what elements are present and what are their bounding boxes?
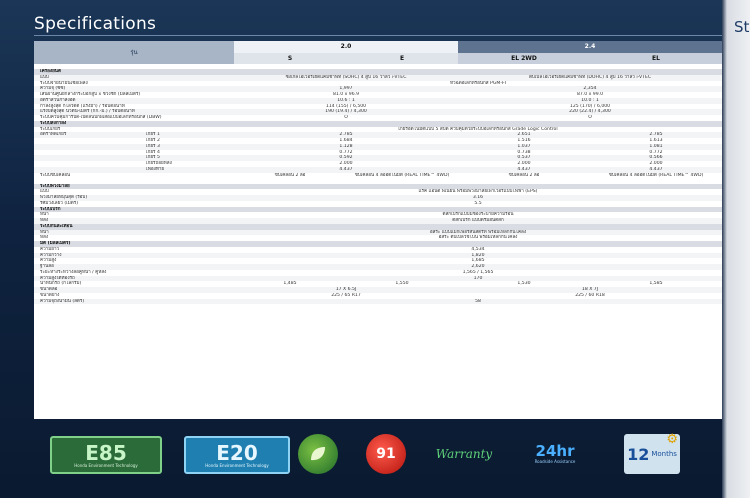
page-title: Specifications [34, 14, 157, 34]
next-page-edge: Sta [722, 0, 750, 498]
spec-label: ระบบขับเคลื่อน [40, 172, 71, 178]
12-months-text: Months [651, 450, 677, 458]
grade-el-2wd: EL 2WD [458, 53, 590, 64]
table-header-grades: S E EL 2WD EL [34, 53, 722, 64]
footer-logos: E85 Honda Environment Technology E20 Hon… [34, 432, 722, 480]
eco-leaf-logo [298, 434, 338, 474]
brochure-page: Specifications รุ่น 2.0 2.4 S E EL 2WD E… [0, 0, 750, 498]
spec-row: ระบบขับเคลื่อน ขับเคลื่อน 2 ล้อ ขับเคลื่อน… [34, 173, 722, 184]
e20-logo-text: E20 [216, 440, 258, 465]
specifications-table: รุ่น 2.0 2.4 S E EL 2WD EL เครื่องยนต์ แบ… [34, 41, 722, 419]
grade-e: E [346, 53, 458, 64]
leaf-icon [311, 447, 325, 461]
fuel-91-text: 91 [376, 446, 396, 462]
12-months-number: 12 [627, 444, 650, 464]
title-divider [34, 35, 722, 36]
grade-el: EL [590, 53, 722, 64]
24hr-subtext: Roadside Assistance [534, 458, 576, 464]
24hr-logo: 24hr Roadside Assistance [520, 438, 590, 468]
spec-value: ขับเคลื่อน 2 ล้อ [274, 172, 306, 178]
12-months-logo: 12 Months ⚙ [624, 432, 680, 474]
e85-logo-subtext: Honda Environment Technology [74, 462, 138, 468]
24hr-text: 24hr [535, 441, 575, 460]
grade-s: S [234, 53, 346, 64]
spec-value: ขับเคลื่อน 2 ล้อ [508, 172, 540, 178]
spec-label: ความจุถังน้ำมัน (ลิตร) [40, 298, 85, 304]
next-page-title: Sta [734, 18, 750, 36]
e20-logo: E20 Honda Environment Technology [184, 436, 290, 474]
warranty-text: Warranty [435, 447, 493, 461]
e85-logo: E85 Honda Environment Technology [50, 436, 162, 474]
spec-rows: เครื่องยนต์ แบบ ซิงเกิลโอเวอร์เฮดแคมชาฟท์ … [34, 69, 722, 305]
engine-group-2-4: 2.4 [458, 41, 722, 53]
spec-row: ความจุถังน้ำมัน (ลิตร) 58 [34, 298, 722, 305]
e85-logo-text: E85 [85, 440, 127, 465]
fuel-91-logo: 91 [366, 434, 406, 474]
spec-value: 58 [475, 298, 481, 304]
engine-group-2-0: 2.0 [234, 41, 458, 53]
e20-logo-subtext: Honda Environment Technology [205, 462, 269, 468]
warranty-logo: Warranty [426, 440, 502, 468]
spec-value: ขับเคลื่อน 4 ล้ออัตโนมัติ (REAL TIME™ 4W… [608, 172, 704, 178]
table-header-engine: รุ่น 2.0 2.4 [34, 41, 722, 64]
gear-icon: ⚙ [666, 432, 678, 447]
spec-value: ขับเคลื่อน 4 ล้ออัตโนมัติ (REAL TIME™ 4W… [354, 172, 450, 178]
